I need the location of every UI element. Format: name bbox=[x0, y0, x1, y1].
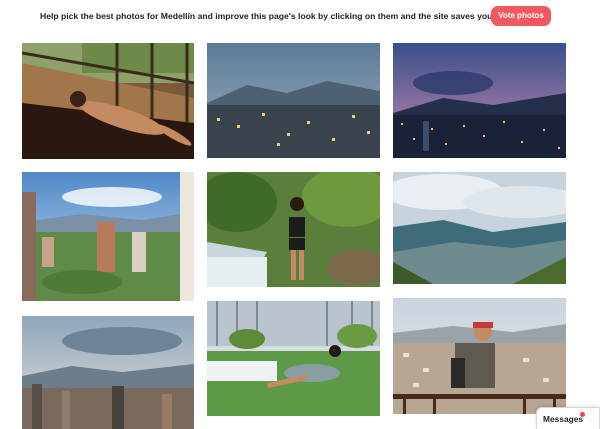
photo-city-night[interactable] bbox=[393, 43, 566, 158]
photo-city-dusk[interactable] bbox=[207, 43, 380, 158]
vote-photos-button[interactable]: Vote photos bbox=[491, 6, 551, 26]
photo-woman-balcony[interactable] bbox=[22, 43, 194, 159]
photo-city-towers[interactable] bbox=[22, 172, 194, 301]
messages-widget[interactable]: Messages bbox=[536, 407, 600, 429]
photo-city-skyline[interactable] bbox=[22, 316, 194, 429]
notification-dot-icon bbox=[580, 412, 585, 417]
photo-woman-lawn[interactable] bbox=[207, 301, 380, 416]
banner-text: Help pick the best photos for Medellín a… bbox=[40, 11, 536, 21]
feedback-banner: Help pick the best photos for Medellín a… bbox=[0, 0, 600, 34]
photo-woman-waterfall[interactable] bbox=[207, 172, 380, 287]
photo-man-overlook[interactable] bbox=[393, 298, 566, 414]
messages-label: Messages bbox=[543, 414, 584, 424]
photo-valley-clouds[interactable] bbox=[393, 172, 566, 284]
